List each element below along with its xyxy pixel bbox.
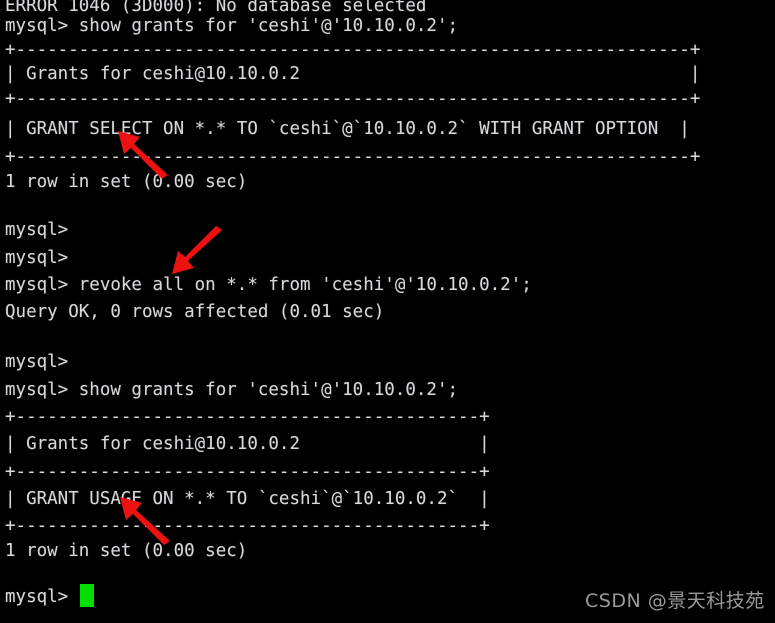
line-prompt-active: mysql> — [5, 587, 69, 607]
text-cursor — [80, 584, 94, 607]
line-rule-2-top: +---------------------------------------… — [5, 407, 490, 427]
line-revoke: mysql> revoke all on *.* from 'ceshi'@'1… — [5, 275, 532, 295]
line-prompt-idle-1: mysql> — [5, 220, 69, 240]
line-rule-1-bottom: +---------------------------------------… — [5, 147, 701, 167]
line-rowcount-1: 1 row in set (0.00 sec) — [5, 172, 248, 192]
line-rule-2-bottom: +---------------------------------------… — [5, 516, 490, 536]
line-show-grants-1: mysql> show grants for 'ceshi'@'10.10.0.… — [5, 16, 459, 36]
line-rowcount-2: 1 row in set (0.00 sec) — [5, 541, 248, 561]
line-rule-1-top: +---------------------------------------… — [5, 40, 701, 60]
line-grant-select: | GRANT SELECT ON *.* TO `ceshi`@`10.10.… — [5, 119, 690, 139]
line-rule-1-mid: +---------------------------------------… — [5, 89, 701, 109]
line-blank-1 — [5, 194, 16, 218]
line-blank-3 — [5, 563, 16, 587]
line-show-grants-2: mysql> show grants for 'ceshi'@'10.10.0.… — [5, 380, 459, 400]
line-rule-2-mid: +---------------------------------------… — [5, 462, 490, 482]
line-blank-2 — [5, 324, 16, 348]
arrow-pointing-at-all-icon — [172, 226, 228, 278]
line-prompt-idle-2: mysql> — [5, 248, 69, 268]
line-header-1: | Grants for ceshi@10.10.0.2 | — [5, 64, 701, 84]
line-header-2: | Grants for ceshi@10.10.0.2 | — [5, 434, 490, 454]
terminal-window[interactable]: ERROR 1046 (3D000): No database selected… — [0, 0, 775, 623]
line-query-ok: Query OK, 0 rows affected (0.01 sec) — [5, 302, 385, 322]
line-prompt-idle-3: mysql> — [5, 352, 69, 372]
csdn-watermark: CSDN @景天科技苑 — [585, 590, 765, 612]
line-grant-usage: | GRANT USAGE ON *.* TO `ceshi`@`10.10.0… — [5, 489, 490, 509]
